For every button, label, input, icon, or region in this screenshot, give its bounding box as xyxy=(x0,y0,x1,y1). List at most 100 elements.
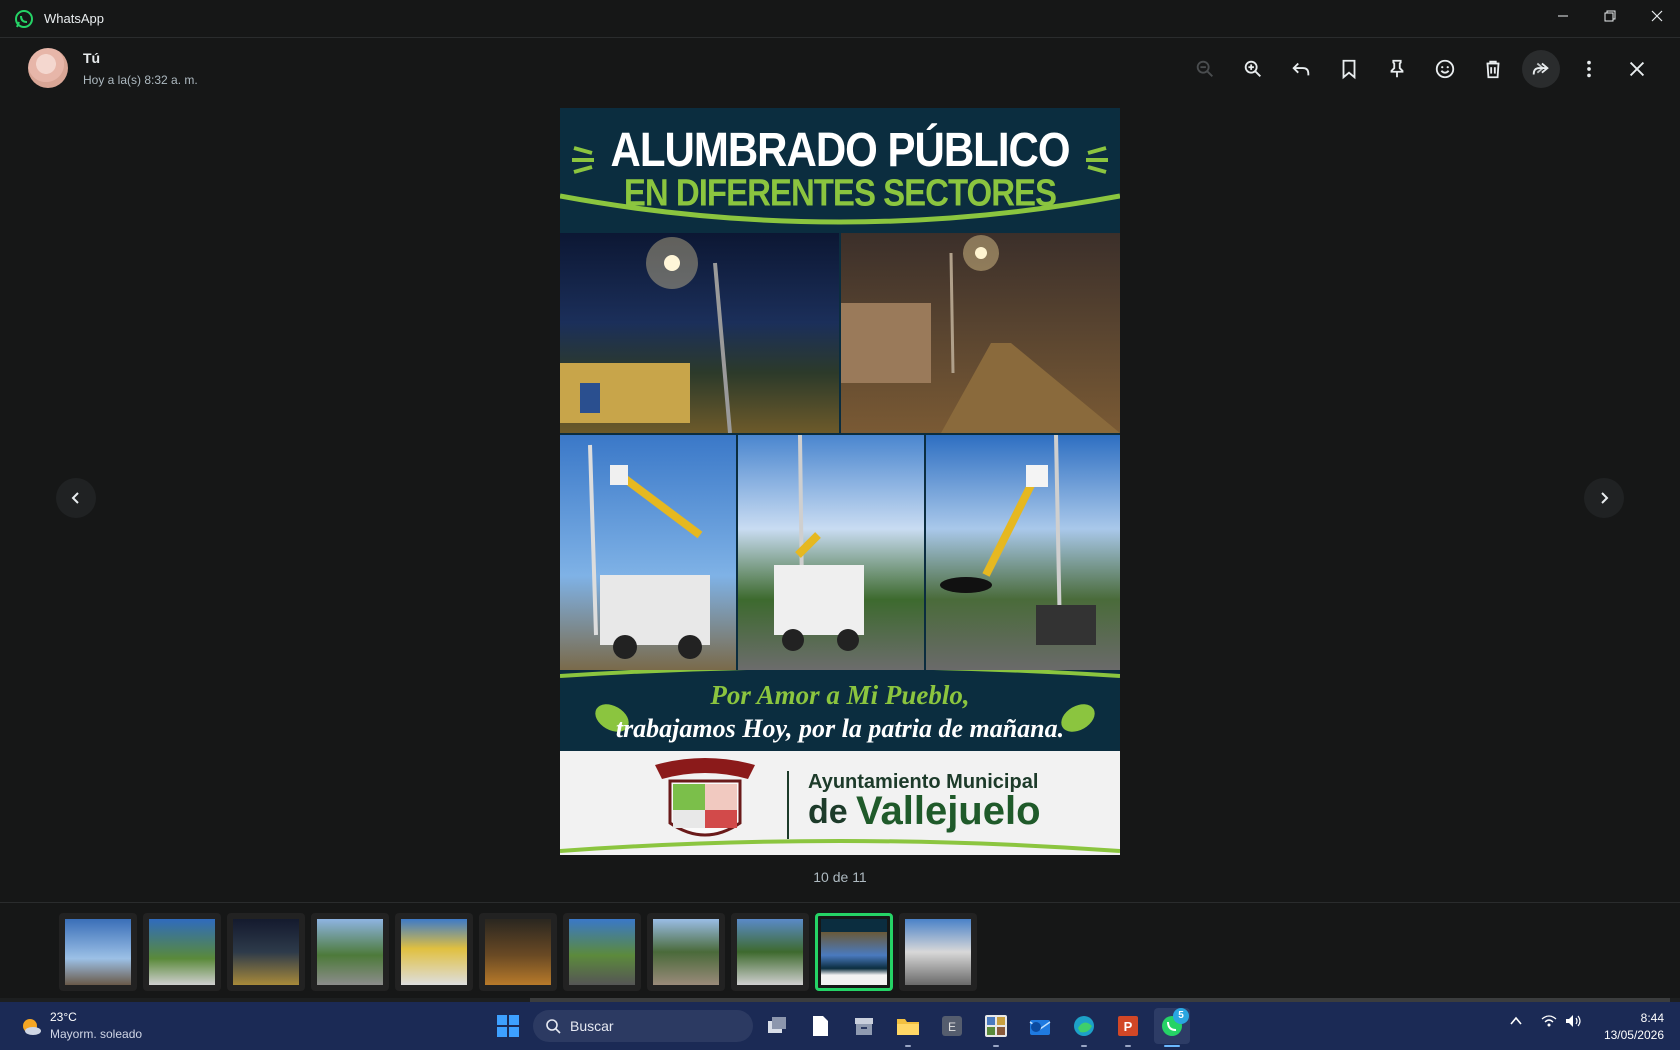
bookmark-icon xyxy=(1342,59,1356,80)
thumbnail-3[interactable] xyxy=(227,913,305,991)
taskbar-notepad[interactable] xyxy=(802,1008,838,1044)
delete-icon xyxy=(1486,60,1500,79)
previous-image-button[interactable] xyxy=(56,478,96,518)
minimize-icon xyxy=(1558,15,1568,17)
restore-icon xyxy=(1604,10,1616,22)
close-window-icon xyxy=(1651,10,1663,22)
task-view-button[interactable] xyxy=(759,1008,795,1044)
thumbnail-4[interactable] xyxy=(311,913,389,991)
folder-icon xyxy=(897,1019,919,1035)
more-options-icon xyxy=(1587,60,1591,78)
forward-icon xyxy=(1532,62,1549,75)
start-button[interactable] xyxy=(490,1008,526,1044)
photos-icon xyxy=(985,1015,1007,1037)
poster-subtitle: EN DIFERENTES SECTORES xyxy=(623,171,1057,214)
zoom-in-button[interactable] xyxy=(1234,50,1272,88)
edge-browser-icon xyxy=(1074,1016,1094,1036)
thumbnail-11[interactable] xyxy=(899,913,977,991)
pin-button[interactable] xyxy=(1378,50,1416,88)
thumbnail-5[interactable] xyxy=(395,913,473,991)
reply-icon xyxy=(1292,62,1310,76)
svg-text:E: E xyxy=(948,1020,956,1034)
bookmark-button[interactable] xyxy=(1330,50,1368,88)
chevron-left-icon xyxy=(71,492,79,504)
notification-badge: 5 xyxy=(1173,1008,1189,1024)
taskbar-file-explorer[interactable] xyxy=(890,1008,926,1044)
weather-temperature[interactable]: 23°C xyxy=(50,1010,77,1024)
search-icon xyxy=(546,1019,561,1034)
taskbar-powerpoint[interactable]: P xyxy=(1110,1008,1146,1044)
running-indicator xyxy=(905,1045,911,1047)
delete-button[interactable] xyxy=(1474,50,1512,88)
close-icon xyxy=(1629,61,1645,77)
thumbnail-8[interactable] xyxy=(647,913,725,991)
poster-footer: Ayuntamiento Municipal de Vallejuelo xyxy=(560,751,1120,855)
municipality-town: Vallejuelo xyxy=(856,789,1041,833)
wifi-icon[interactable] xyxy=(1541,1014,1557,1028)
thumbnail-6[interactable] xyxy=(479,913,557,991)
task-view-icon xyxy=(768,1017,786,1033)
bucket-truck-2 xyxy=(774,435,864,651)
running-indicator xyxy=(993,1045,999,1047)
reply-button[interactable] xyxy=(1282,50,1320,88)
pin-icon xyxy=(1390,59,1404,78)
chevron-up-icon[interactable] xyxy=(1509,1014,1523,1028)
poster-photo-night-street xyxy=(560,233,839,433)
app-e-icon: E xyxy=(942,1016,962,1036)
active-app-indicator xyxy=(1164,1045,1180,1047)
poster-slogan-line1: Por Amor a Mi Pueblo, xyxy=(710,680,970,710)
streetlight-glow xyxy=(560,237,732,433)
react-button[interactable] xyxy=(1426,50,1464,88)
emoji-icon xyxy=(1435,59,1455,79)
close-viewer-button[interactable] xyxy=(1618,50,1656,88)
image-counter: 10 de 11 xyxy=(813,869,867,885)
app-title: WhatsApp xyxy=(44,11,104,26)
bucket-truck-3 xyxy=(940,435,1096,645)
taskbar-search[interactable]: Buscar xyxy=(533,1010,753,1042)
clock-date[interactable]: 13/05/2026 xyxy=(1578,1028,1664,1042)
poster-header: ALUMBRADO PÚBLICO EN DIFERENTES SECTORES xyxy=(560,108,1120,233)
search-placeholder: Buscar xyxy=(570,1018,614,1034)
chevron-right-icon xyxy=(1601,492,1609,504)
taskbar-archive[interactable] xyxy=(846,1008,882,1044)
media-image: ALUMBRADO PÚBLICO EN DIFERENTES SECTORES xyxy=(560,108,1120,855)
mail-icon xyxy=(1029,1020,1051,1035)
whatsapp-logo-icon xyxy=(15,10,33,28)
thumbnail-7[interactable] xyxy=(563,913,641,991)
weather-description[interactable]: Mayorm. soleado xyxy=(50,1027,142,1041)
thumbnail-9[interactable] xyxy=(731,913,809,991)
running-indicator xyxy=(1125,1045,1131,1047)
zoom-out-button[interactable] xyxy=(1186,50,1224,88)
bucket-truck-1 xyxy=(588,444,710,659)
document-icon xyxy=(813,1016,828,1036)
weather-sun-icon xyxy=(23,1019,41,1035)
taskbar-photos[interactable] xyxy=(978,1008,1014,1044)
next-image-button[interactable] xyxy=(1584,478,1624,518)
media-toolbar xyxy=(1186,50,1660,88)
sender-name: Tú xyxy=(83,50,101,66)
close-window-button[interactable] xyxy=(1634,0,1680,32)
poster-photo-bucket-truck-2 xyxy=(738,435,924,670)
taskbar-app-e[interactable]: E xyxy=(934,1008,970,1044)
poster-photo-bucket-truck-1 xyxy=(560,435,736,670)
restore-button[interactable] xyxy=(1587,0,1633,32)
archive-icon xyxy=(855,1018,873,1035)
thumbnail-2[interactable] xyxy=(143,913,221,991)
taskbar-edge[interactable] xyxy=(1066,1008,1102,1044)
thumbnail-1[interactable] xyxy=(59,913,137,991)
streetlight-road xyxy=(841,235,1120,433)
windows-logo-icon xyxy=(497,1015,519,1037)
clock-time[interactable]: 8:44 xyxy=(1578,1011,1664,1025)
taskbar-outlook[interactable] xyxy=(1022,1008,1058,1044)
message-timestamp: Hoy a la(s) 8:32 a. m. xyxy=(83,73,198,87)
thumbnail-10-selected[interactable] xyxy=(815,913,893,991)
svg-text:P: P xyxy=(1124,1019,1133,1034)
zoom-in-icon xyxy=(1244,60,1261,77)
forward-button[interactable] xyxy=(1522,50,1560,88)
avatar[interactable] xyxy=(28,48,68,88)
municipality-prefix: de xyxy=(808,793,848,831)
more-options-button[interactable] xyxy=(1570,50,1608,88)
running-indicator xyxy=(1081,1045,1087,1047)
minimize-button[interactable] xyxy=(1540,0,1586,32)
poster-photo-night-road xyxy=(841,233,1120,433)
